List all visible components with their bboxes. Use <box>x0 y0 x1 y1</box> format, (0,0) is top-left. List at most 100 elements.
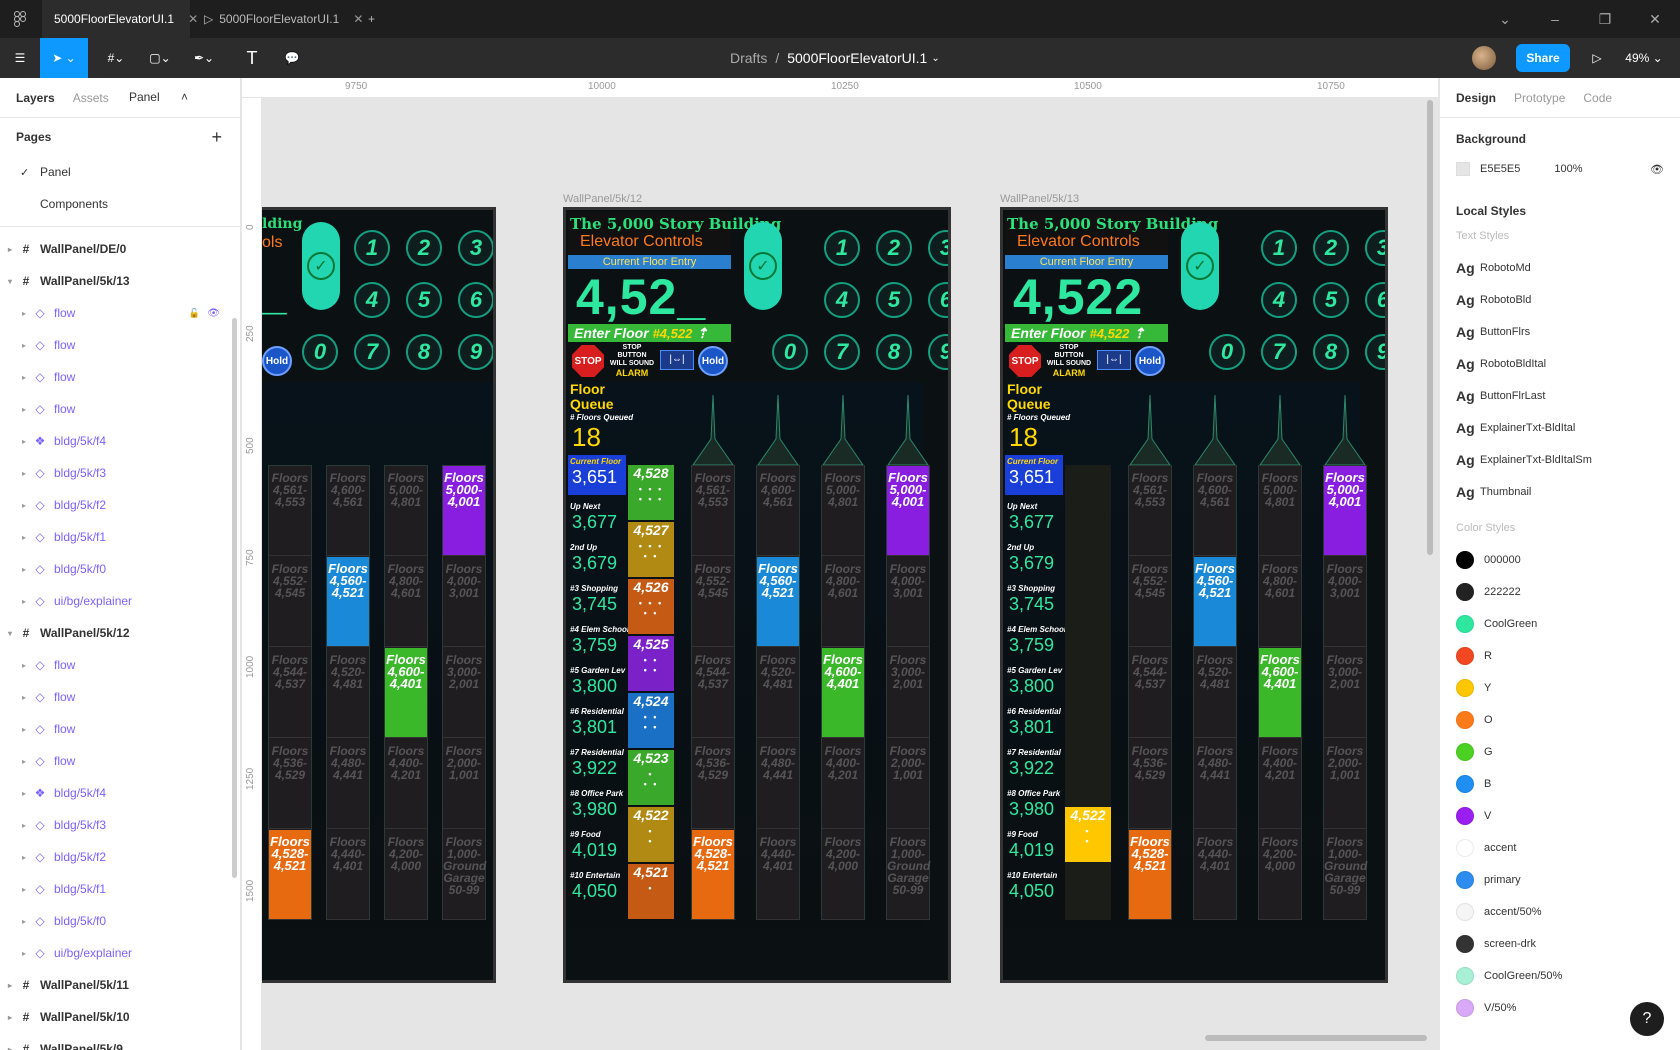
caret-down-icon[interactable]: ▾ <box>8 629 12 638</box>
present-play-icon[interactable]: ▷ <box>1582 38 1612 78</box>
keypad-key-4[interactable]: 4 <box>1261 282 1297 318</box>
caret-right-icon[interactable]: ▸ <box>22 917 26 926</box>
shaft-floor-block[interactable]: Floors 5,000-4,801 <box>1259 466 1301 556</box>
shaft-floor-block[interactable]: Floors 4,440-4,401 <box>757 830 799 920</box>
tab-code[interactable]: Code <box>1583 91 1612 105</box>
layer-row[interactable]: ▸ ◇ bldg/5k/f0 <box>0 553 240 585</box>
color-style-item[interactable]: accent <box>1440 832 1680 864</box>
shaft-floor-block[interactable]: Floors 4,536-4,529 <box>1129 739 1171 829</box>
text-tool-icon[interactable]: T <box>232 38 272 78</box>
confirm-button[interactable]: ✓ <box>302 222 340 310</box>
text-style-item[interactable]: Ag ButtonFlrLast <box>1440 380 1680 412</box>
page-item-components[interactable]: Components <box>0 188 240 220</box>
help-button[interactable]: ? <box>1630 1002 1664 1036</box>
keypad-key-7[interactable]: 7 <box>1261 334 1297 370</box>
text-style-item[interactable]: Ag ButtonFlrs <box>1440 316 1680 348</box>
shaft-floor-block[interactable]: Floors 5,000-4,801 <box>822 466 864 556</box>
elevator-floor-cell[interactable]: 4,525 • • • • <box>628 636 674 691</box>
tab-file-active[interactable]: 5000FloorElevatorUI.1 ✕ <box>42 0 198 38</box>
shaft-floor-block[interactable]: Floors 4,600-4,401 <box>822 648 864 738</box>
shaft-floor-block[interactable]: Floors 4,528-4,521 <box>692 830 734 920</box>
keypad-key[interactable]: 4 <box>354 282 390 318</box>
color-style-item[interactable]: V <box>1440 800 1680 832</box>
comment-tool-icon[interactable]: 💬 <box>272 38 312 78</box>
shaft-floor-block[interactable]: Floors 5,000-4,801 <box>385 466 427 556</box>
keypad-key-9[interactable]: 9 <box>1365 334 1385 370</box>
background-fill-row[interactable]: E5E5E5 100% 👁 <box>1440 154 1680 184</box>
caret-right-icon[interactable]: ▸ <box>22 533 26 542</box>
chevron-down-icon[interactable]: ⌄ <box>1480 0 1530 38</box>
layer-row[interactable]: ▸ # WallPanel/5k/9 <box>0 1033 240 1050</box>
shaft-floor-block[interactable]: Floors 4,544-4,537 <box>692 648 734 738</box>
page-item-panel[interactable]: ✓ Panel <box>0 156 240 188</box>
shaft-floor-block[interactable]: Floors 4,200-4,000 <box>1259 830 1301 920</box>
keypad-key[interactable]: 1 <box>354 230 390 266</box>
keypad-key[interactable]: 3 <box>458 230 493 266</box>
background-opacity[interactable]: 100% <box>1554 163 1582 175</box>
layer-row[interactable]: ▸ ◇ bldg/5k/f3 <box>0 809 240 841</box>
shaft-floor-block[interactable]: Floors 4,480-4,441 <box>1194 739 1236 829</box>
caret-right-icon[interactable]: ▸ <box>8 1013 12 1022</box>
shaft-floor-block[interactable]: Floors 3,000-2,001 <box>887 648 929 738</box>
caret-right-icon[interactable]: ▸ <box>22 373 26 382</box>
caret-right-icon[interactable]: ▸ <box>22 949 26 958</box>
stop-button[interactable]: STOP <box>1009 345 1041 377</box>
door-open-button[interactable]: |⇔| <box>1097 350 1131 370</box>
shaft-floor-block[interactable]: Floors 2,000-1,001 <box>887 739 929 829</box>
layer-row[interactable]: ▸ ❖ bldg/5k/f4 <box>0 777 240 809</box>
menu-icon[interactable]: ☰ <box>0 38 40 78</box>
layer-row[interactable]: ▸ ◇ bldg/5k/f2 <box>0 841 240 873</box>
shaft-floor-block[interactable]: Floors 4,600-4,401 <box>1259 648 1301 738</box>
tab-layers[interactable]: Layers <box>16 91 55 105</box>
layer-row[interactable]: ▸ ◇ flow 🔓 👁 <box>0 297 240 329</box>
shaft-floor-block[interactable]: Floors 4,600-4,401 <box>385 648 427 738</box>
text-style-item[interactable]: Ag Thumbnail <box>1440 476 1680 508</box>
elevator-panel-frame[interactable]: The 5,000 Story Building Elevator Control… <box>1000 207 1388 983</box>
keypad-key-7[interactable]: 7 <box>824 334 860 370</box>
add-page-icon[interactable]: + <box>211 127 222 148</box>
canvas-horizontal-scrollbar[interactable] <box>1205 1035 1427 1041</box>
shaft-floor-block[interactable]: Floors 4,536-4,529 <box>692 739 734 829</box>
keypad-key[interactable]: 2 <box>406 230 442 266</box>
layer-row[interactable]: ▸ # WallPanel/5k/11 <box>0 969 240 1001</box>
keypad-key-0[interactable]: 0 <box>1209 334 1245 370</box>
shaft-floor-block[interactable]: Floors 4,400-4,201 <box>385 739 427 829</box>
elevator-floor-cell[interactable]: 4,521 • <box>628 864 674 919</box>
color-style-item[interactable]: B <box>1440 768 1680 800</box>
shaft-floor-block[interactable]: Floors 4,200-4,000 <box>822 830 864 920</box>
keypad-key[interactable]: 7 <box>354 334 390 370</box>
keypad-key-1[interactable]: 1 <box>824 230 860 266</box>
shaft-floor-block[interactable]: Floors 4,400-4,201 <box>1259 739 1301 829</box>
eye-icon[interactable]: 👁 <box>1650 163 1664 176</box>
layer-row[interactable]: ▸ ◇ ui/bg/explainer <box>0 585 240 617</box>
keypad-key-1[interactable]: 1 <box>1261 230 1297 266</box>
caret-right-icon[interactable]: ▸ <box>22 789 26 798</box>
layer-row[interactable]: ▸ ◇ flow <box>0 361 240 393</box>
keypad-key-2[interactable]: 2 <box>1313 230 1349 266</box>
elevator-floor-cell-selected[interactable]: 4,522 • • <box>1065 807 1111 862</box>
caret-right-icon[interactable]: ▸ <box>22 437 26 446</box>
shaft-floor-block[interactable]: Floors 4,544-4,537 <box>269 648 311 738</box>
hold-button[interactable]: Hold <box>698 346 728 376</box>
caret-right-icon[interactable]: ▸ <box>8 981 12 990</box>
color-style-item[interactable]: 000000 <box>1440 544 1680 576</box>
shaft-floor-block[interactable]: Floors 4,560-4,521 <box>327 557 369 647</box>
caret-right-icon[interactable]: ▸ <box>22 885 26 894</box>
shaft-floor-block[interactable]: Floors 4,800-4,601 <box>822 557 864 647</box>
shaft-floor-block[interactable]: Floors 4,520-4,481 <box>1194 648 1236 738</box>
frame-label[interactable]: WallPanel/5k/12 <box>563 193 642 205</box>
keypad-key-2[interactable]: 2 <box>876 230 912 266</box>
confirm-button[interactable]: ✓ <box>744 222 782 310</box>
shaft-floor-block[interactable]: Floors 4,800-4,601 <box>385 557 427 647</box>
tab-design[interactable]: Design <box>1456 91 1496 105</box>
pen-tool-icon[interactable]: ✒⌄ <box>184 38 224 78</box>
background-hex[interactable]: E5E5E5 <box>1480 163 1520 175</box>
shaft-floor-block[interactable]: Floors 4,536-4,529 <box>269 739 311 829</box>
caret-right-icon[interactable]: ▸ <box>22 757 26 766</box>
layer-row[interactable]: ▸ ◇ bldg/5k/f0 <box>0 905 240 937</box>
shaft-floor-block[interactable]: Floors 4,480-4,441 <box>757 739 799 829</box>
shaft-floor-block[interactable]: Floors 4,440-4,401 <box>1194 830 1236 920</box>
shaft-floor-block[interactable]: Floors 2,000-1,001 <box>443 739 485 829</box>
page-selector[interactable]: Panel ˄ <box>129 90 206 104</box>
layer-row[interactable]: ▸ ❖ bldg/5k/f4 <box>0 425 240 457</box>
